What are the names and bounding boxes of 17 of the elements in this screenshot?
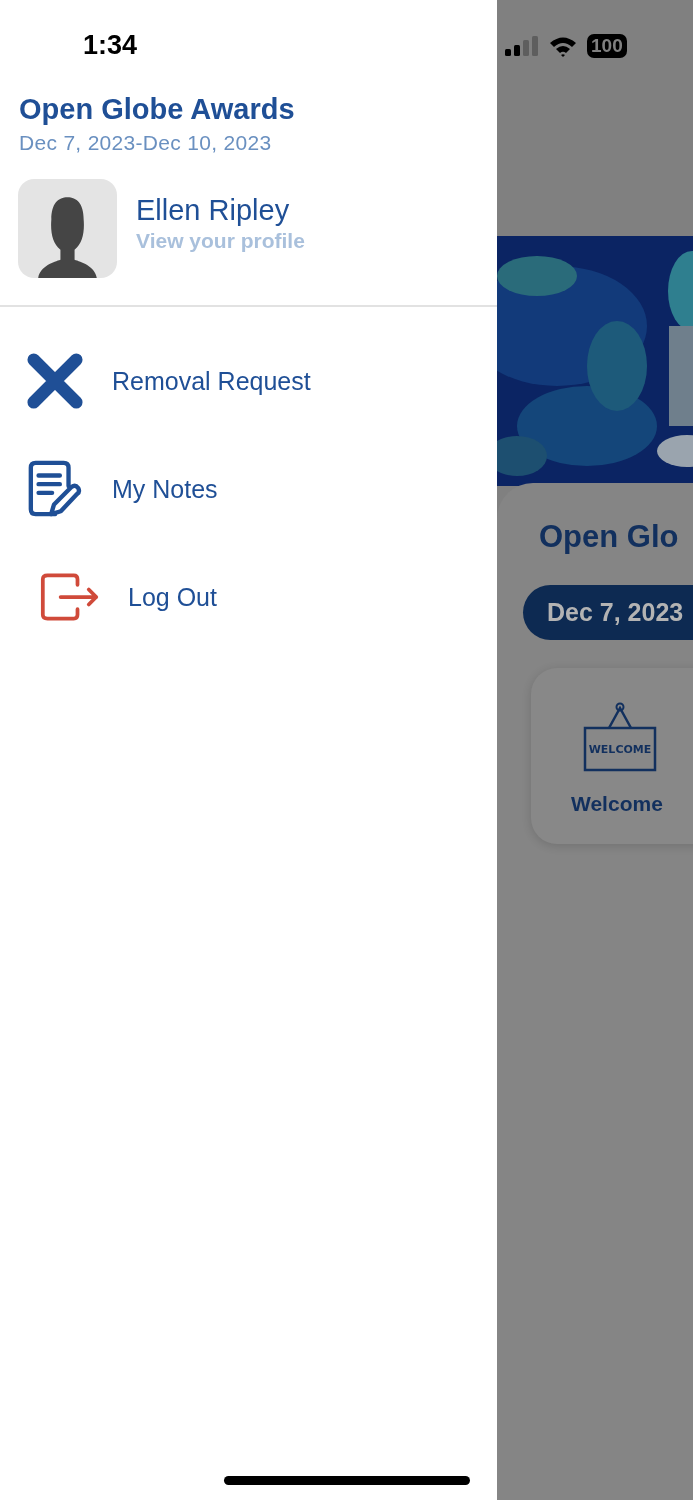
- user-name: Ellen Ripley: [136, 194, 291, 227]
- status-time: 1:34: [83, 29, 138, 61]
- event-title: Open Globe Awards: [19, 92, 296, 127]
- note-pencil-icon: [26, 460, 84, 518]
- menu-item[interactable]: Removal Request: [0, 347, 311, 415]
- avatar[interactable]: [18, 179, 117, 278]
- event-dates: Dec 7, 2023-Dec 10, 2023: [19, 131, 273, 155]
- battery-icon: 100: [587, 34, 627, 58]
- welcome-tile[interactable]: WELCOME Welcome: [531, 668, 693, 844]
- menu-item[interactable]: Log Out: [0, 563, 217, 631]
- event-title: Open Glo: [539, 519, 679, 555]
- date-pill: Dec 7, 2023: [523, 585, 693, 640]
- menu-item[interactable]: My Notes: [0, 455, 218, 523]
- wifi-icon: [548, 35, 578, 57]
- close-icon: [26, 352, 84, 410]
- logout-icon: [40, 573, 100, 621]
- signal-icon: [505, 36, 539, 56]
